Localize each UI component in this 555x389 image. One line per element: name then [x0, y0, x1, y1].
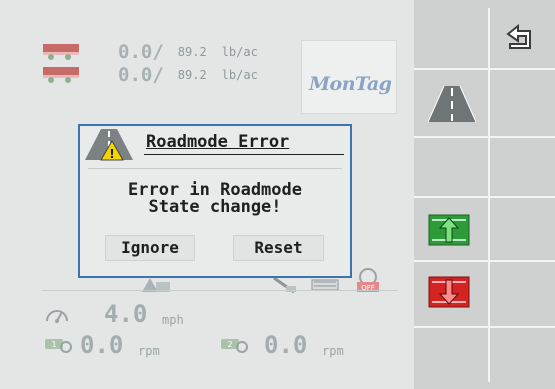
back-button[interactable]	[496, 18, 542, 58]
rate-row-2: 0.0/ 89.2 lb/ac	[42, 64, 258, 86]
shaft-2-icon: 2	[220, 335, 250, 353]
lower-arrow-icon	[428, 276, 470, 308]
svg-text:1: 1	[51, 340, 56, 349]
dialog-header: ! Roadmode Error	[80, 126, 350, 162]
lower-button[interactable]	[428, 276, 470, 308]
sidebar-divider	[414, 136, 555, 138]
seed-box-icon	[42, 66, 80, 84]
shaft-1-unit: rpm	[138, 344, 160, 358]
rate-value: 0.0/	[118, 41, 164, 63]
svg-text:!: !	[109, 147, 114, 161]
dialog-message-line2: State change!	[148, 197, 282, 217]
terminal-screen: 0.0/ 89.2 lb/ac 0.0/ 89.2 lb/ac MonTag O…	[0, 0, 555, 389]
divider	[42, 290, 397, 291]
shaft-2-value: 0.0	[264, 331, 308, 359]
svg-text:2: 2	[227, 340, 232, 349]
rate-target: 89.2	[177, 68, 207, 82]
speed-unit: mph	[162, 313, 184, 327]
rate-row-1: 0.0/ 89.2 lb/ac	[42, 41, 258, 63]
rate-unit: lb/ac	[221, 45, 258, 59]
raise-button[interactable]	[428, 214, 470, 246]
dialog-divider	[88, 168, 342, 169]
shaft-1-value: 0.0	[80, 331, 124, 359]
ignore-button[interactable]: Ignore	[105, 235, 195, 261]
seed-box-icon	[42, 43, 80, 61]
rate-value: 0.0/	[118, 64, 164, 86]
rate-unit: lb/ac	[221, 68, 258, 82]
shaft-2-unit: rpm	[322, 344, 344, 358]
dialog-title: Roadmode Error	[146, 132, 290, 152]
brand-box: MonTag	[301, 40, 397, 114]
sidebar-divider	[414, 326, 555, 328]
speedometer-icon	[44, 303, 70, 325]
title-underline	[144, 154, 344, 155]
sidebar-divider	[414, 196, 555, 198]
rate-target: 89.2	[177, 45, 207, 59]
return-arrow-icon	[506, 23, 531, 49]
shaft-1-icon: 1	[44, 335, 74, 353]
sidebar-divider	[414, 68, 555, 70]
brand-logo: MonTag	[309, 73, 392, 95]
sidebar-divider	[414, 260, 555, 262]
roadmode-button[interactable]	[424, 80, 480, 126]
reset-button[interactable]: Reset	[233, 235, 324, 261]
speed-value: 4.0	[104, 300, 148, 328]
raise-arrow-icon	[428, 214, 470, 246]
error-dialog: ! Roadmode Error Error in Roadmode State…	[78, 124, 352, 278]
softkey-sidebar	[414, 0, 555, 389]
road-icon	[427, 85, 477, 123]
road-warning-icon: !	[83, 127, 135, 161]
main-panel: 0.0/ 89.2 lb/ac 0.0/ 89.2 lb/ac MonTag O…	[0, 0, 414, 389]
